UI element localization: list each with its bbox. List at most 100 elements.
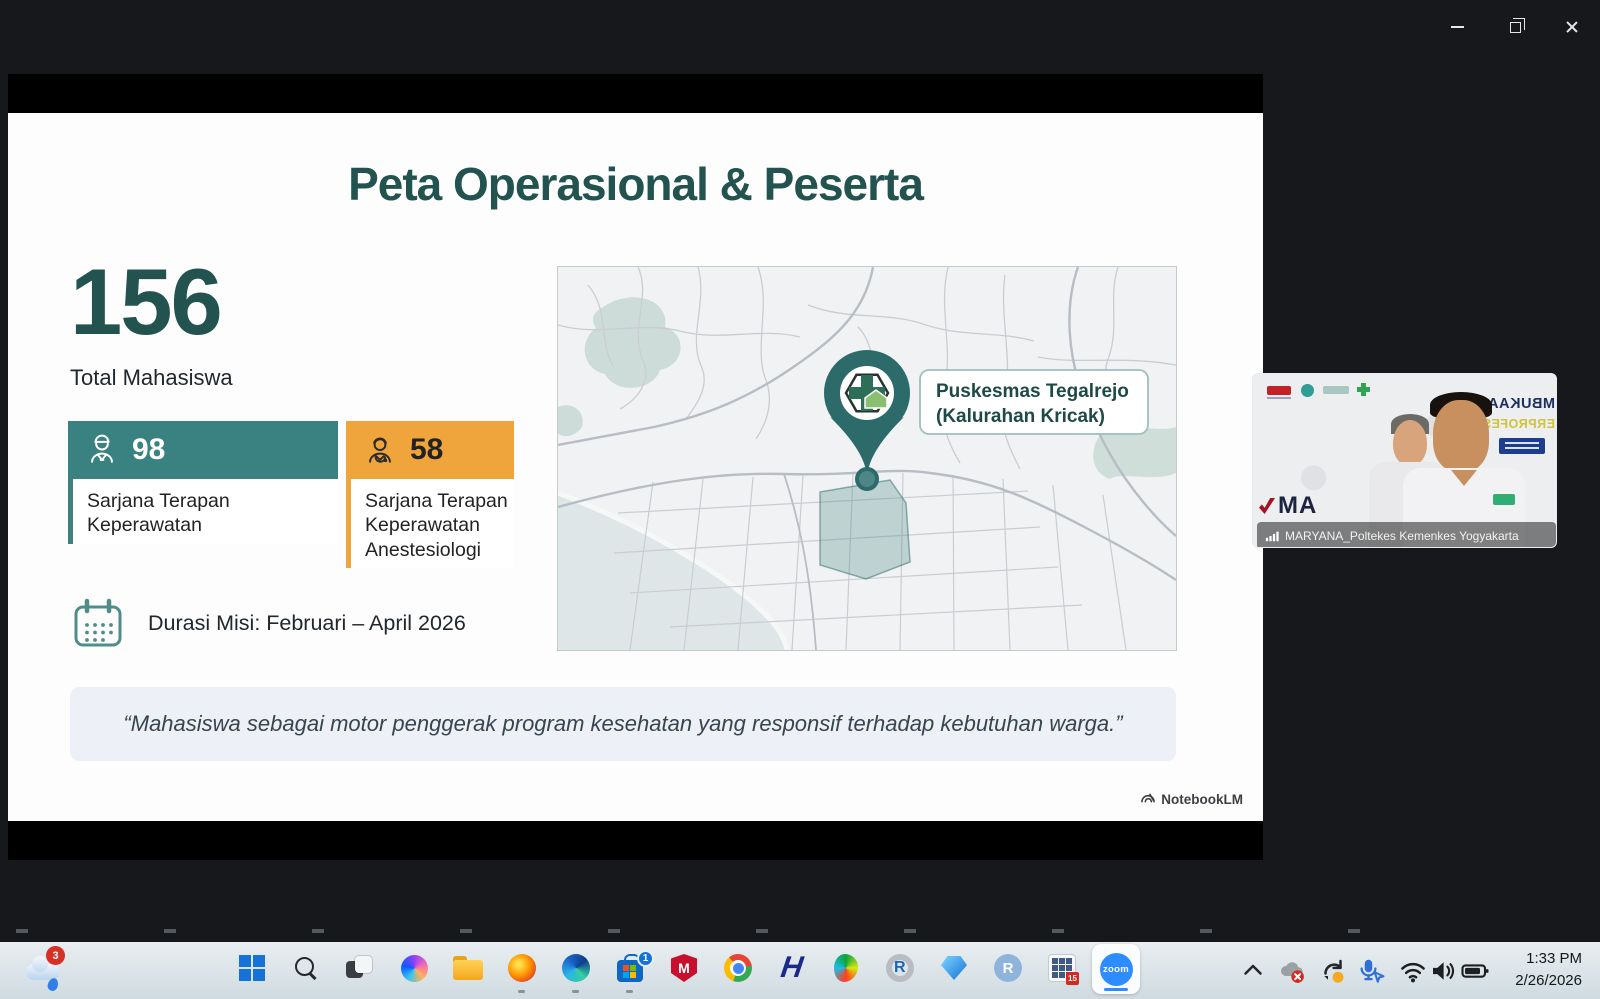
close-icon xyxy=(1565,20,1579,34)
mission-duration: Durasi Misi: Februari – April 2026 xyxy=(70,595,466,651)
banner-watermark: MA xyxy=(1259,492,1317,520)
anesthetist-icon xyxy=(362,432,398,468)
highlighted-district xyxy=(820,480,910,579)
sync-arrow-icon xyxy=(1318,956,1348,986)
copilot-button[interactable] xyxy=(394,948,434,988)
stat-keperawatan: 98 Sarjana Terapan Keperawatan xyxy=(68,421,338,568)
clock-date: 2/26/2026 xyxy=(1478,970,1582,992)
person-front-face xyxy=(1433,400,1489,472)
nurse-icon xyxy=(84,432,120,468)
task-view-icon xyxy=(346,955,374,981)
banner-logo-bar xyxy=(1323,386,1349,394)
desktop: Peta Operasional & Peserta 156 Total Mah… xyxy=(0,0,1600,999)
chevron-up-icon xyxy=(1238,956,1268,986)
slide-title: Peta Operasional & Peserta xyxy=(8,157,1263,211)
person-behind-face xyxy=(1393,420,1427,466)
map-label-line1: Puskesmas Tegalrejo xyxy=(936,381,1129,402)
calendar-app-button[interactable]: 15 xyxy=(1042,948,1082,988)
h-app-icon: H xyxy=(779,953,805,983)
store-notification-badge: 1 xyxy=(637,950,654,967)
windows-logo-icon xyxy=(239,955,265,981)
microphone-location-button[interactable] xyxy=(1356,942,1386,999)
presentation-slide: Peta Operasional & Peserta 156 Total Mah… xyxy=(8,113,1263,821)
search-icon xyxy=(293,955,319,981)
mcafee-shield-icon: M xyxy=(671,954,697,982)
start-button[interactable] xyxy=(232,948,272,988)
weather-notification-badge: 3 xyxy=(46,946,65,965)
volume-button[interactable] xyxy=(1428,942,1458,999)
firefox-button[interactable] xyxy=(502,948,542,988)
participant-name-bar: MARYANA_Poltekes Kemenkes Yogyakarta xyxy=(1257,522,1556,548)
sync-status-button[interactable] xyxy=(1318,942,1348,999)
mission-duration-label: Durasi Misi: Februari – April 2026 xyxy=(148,611,466,636)
minimize-button[interactable] xyxy=(1434,12,1480,42)
participant-name: MARYANA_Poltekes Kemenkes Yogyakarta xyxy=(1285,529,1519,543)
wifi-icon xyxy=(1398,956,1428,986)
stat-anestesiologi-value: 58 xyxy=(410,433,443,467)
rstudio-button[interactable]: R xyxy=(988,948,1028,988)
wifi-button[interactable] xyxy=(1398,942,1428,999)
gis-app-button[interactable] xyxy=(826,948,866,988)
stat-anestesiologi-label: Sarjana Terapan Keperawatan Anestesiolog… xyxy=(346,479,514,568)
gem-app-button[interactable] xyxy=(934,948,974,988)
notebooklm-logo-icon xyxy=(1140,791,1156,807)
firefox-icon xyxy=(508,954,536,982)
watermark-text: MA xyxy=(1278,492,1317,520)
edge-button[interactable] xyxy=(556,948,596,988)
folder-icon xyxy=(453,956,483,980)
banner-logo-green-plus xyxy=(1357,383,1370,396)
stat-keperawatan-value: 98 xyxy=(132,433,165,467)
person-front-badge xyxy=(1493,494,1515,505)
weather-widget[interactable]: 3 xyxy=(24,950,68,992)
r-ring-icon: R xyxy=(886,954,914,982)
cloud-error-icon xyxy=(1277,956,1307,986)
microphone-icon xyxy=(1356,956,1386,986)
map-label-line2: (Kalurahan Kricak) xyxy=(936,406,1105,427)
operational-map: Puskesmas Tegalrejo (Kalurahan Kricak) xyxy=(557,266,1177,651)
firefox-running-indicator xyxy=(518,990,525,993)
zoom-app-icon: zoom xyxy=(1100,953,1133,986)
notebooklm-brand: NotebookLM xyxy=(1140,791,1243,807)
store-running-indicator xyxy=(626,990,633,993)
stat-anestesiologi-band: 58 xyxy=(346,421,514,479)
calendar-icon xyxy=(70,595,126,651)
restore-button[interactable] xyxy=(1492,12,1538,42)
total-students-label: Total Mahasiswa xyxy=(70,365,233,391)
total-students-value: 156 xyxy=(70,255,221,349)
banner-logo-teal-circle xyxy=(1301,384,1314,397)
zoom-active-indicator xyxy=(1104,988,1128,991)
quote-box: “Mahasiswa sebagai motor penggerak progr… xyxy=(70,687,1176,761)
close-button[interactable] xyxy=(1549,12,1595,42)
gem-icon xyxy=(941,956,967,980)
task-view-button[interactable] xyxy=(340,948,380,988)
minimize-icon xyxy=(1451,26,1464,28)
chrome-icon xyxy=(724,954,752,982)
watermark-swoosh-icon xyxy=(1259,498,1275,514)
stat-anestesiologi: 58 Sarjana Terapan Keperawatan Anestesio… xyxy=(346,421,514,568)
search-button[interactable] xyxy=(286,948,326,988)
gis-app-icon xyxy=(834,954,858,982)
onedrive-status-button[interactable] xyxy=(1277,942,1307,999)
banner-blue-box xyxy=(1499,438,1545,454)
tray-chevron-button[interactable] xyxy=(1238,942,1268,999)
copilot-icon xyxy=(401,955,428,982)
map-graphic: Puskesmas Tegalrejo (Kalurahan Kricak) xyxy=(558,267,1176,650)
restore-icon xyxy=(1510,22,1521,33)
h-app-button[interactable]: H xyxy=(772,948,812,988)
mcafee-button[interactable]: M xyxy=(664,948,704,988)
cutoff-text-row xyxy=(16,929,1456,933)
chrome-button[interactable] xyxy=(718,948,758,988)
r-app-button[interactable]: R xyxy=(880,948,920,988)
banner-logo-red xyxy=(1267,386,1291,395)
stat-keperawatan-band: 98 xyxy=(68,421,338,479)
participant-video-thumbnail[interactable]: MBUKAAN PRA ERPROFESSI ON MA MARYANA_Pol… xyxy=(1252,373,1557,548)
program-stats: 98 Sarjana Terapan Keperawatan xyxy=(68,421,514,568)
file-explorer-button[interactable] xyxy=(448,948,488,988)
signal-bars-icon xyxy=(1265,529,1279,543)
zoom-app-button[interactable]: zoom xyxy=(1092,944,1140,994)
clock[interactable]: 1:33 PM 2/26/2026 xyxy=(1478,948,1582,992)
notebooklm-label: NotebookLM xyxy=(1161,792,1243,807)
microsoft-store-button[interactable]: 1 xyxy=(610,948,650,988)
edge-running-indicator xyxy=(572,990,579,993)
speaker-icon xyxy=(1428,956,1458,986)
